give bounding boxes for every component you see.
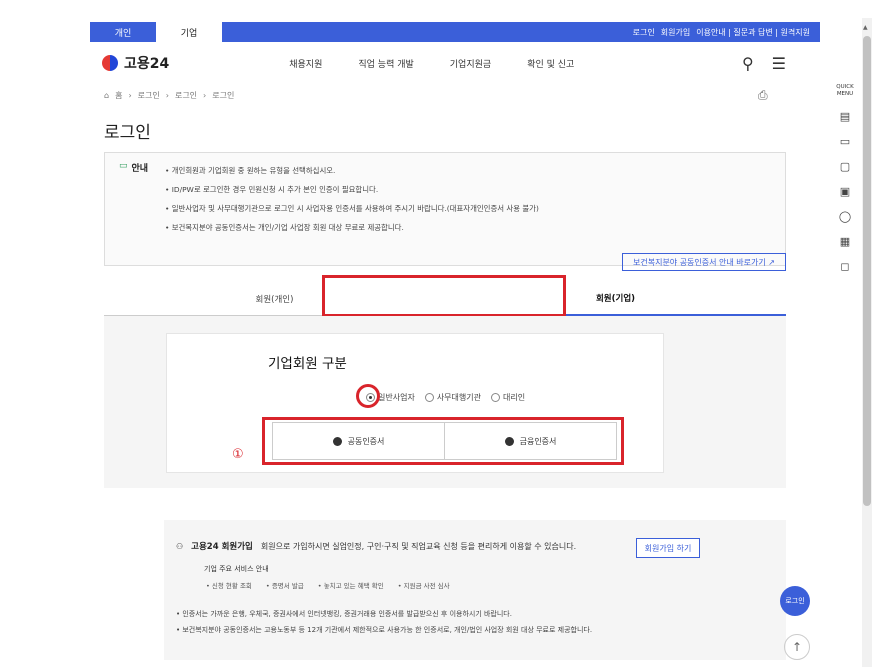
notice-item: 보건복지분야 공동인증서는 개인/기업 사업장 회원 대상 무료로 제공합니다. <box>165 218 539 237</box>
radio-unchecked-icon[interactable] <box>424 393 434 402</box>
signup-link[interactable]: 회원가입 <box>661 27 690 38</box>
header-icons: ⚲ ☰ <box>742 54 786 73</box>
breadcrumb-separator: › <box>128 91 132 100</box>
user-add-icon: ⚇ <box>176 541 184 551</box>
service-item: • 지원금 사전 심사 <box>397 582 450 590</box>
radio-agency[interactable]: 사무대행기관 <box>424 392 481 403</box>
note-item: 보건복지분야 공동인증서는 고용노동부 등 12개 기관에서 제한적으로 사용가… <box>176 622 592 638</box>
top-links: 로그인 회원가입 이용안내 | 질문과 답변 | 원격지원 <box>633 27 820 38</box>
join-desc: 회원으로 가입하시면 실업인정, 구인·구직 및 직업교육 신청 등을 편리하게… <box>260 541 577 551</box>
notice-item: 일반사업자 및 사무대행기관으로 로그인 시 사업자용 인증서를 사용하여 주시… <box>165 199 539 218</box>
quick-menu: QUICK MENU ▤ ▭ ▢ ▣ ◯ ▦ ◻ <box>832 84 858 273</box>
main-nav: 채용지원 직업 능력 개발 기업지원금 확인 및 신고 <box>289 57 574 70</box>
service-item: • 신청 현황 조회 <box>206 582 252 590</box>
quick-item-icon[interactable]: ▭ <box>840 135 850 148</box>
logo-text: 고용24 <box>124 56 170 72</box>
notice-list: 개인회원과 기업회원 중 원하는 유형을 선택하십시오. ID/PW로 로그인한… <box>165 161 539 257</box>
quick-item-icon[interactable]: ◯ <box>839 210 851 223</box>
step-marker: ① <box>232 447 244 462</box>
breadcrumb: ⌂ 홈 › 로그인 › 로그인 › 로그인 <box>104 90 234 101</box>
home-icon[interactable]: ⌂ <box>104 91 109 100</box>
breadcrumb-item: 로그인 <box>212 91 235 100</box>
service-title: 기업 주요 서비스 안내 <box>204 565 269 573</box>
highlight-box <box>322 275 566 317</box>
note-item: 인증서는 가까운 은행, 우체국, 증권사에서 인터넷뱅킹, 증권거래용 인증서… <box>176 606 592 622</box>
scrollbar-thumb[interactable] <box>863 36 871 506</box>
radio-label: 일반사업자 <box>378 393 415 402</box>
signup-button[interactable]: 회원가입 하기 <box>636 538 700 558</box>
scroll-up-icon[interactable]: ▲ <box>863 24 868 31</box>
highlight-box <box>262 417 624 465</box>
tab-business[interactable]: 기업 <box>156 22 222 42</box>
scroll-top-button[interactable]: ↑ <box>784 634 810 660</box>
breadcrumb-separator: › <box>203 91 207 100</box>
service-list: • 신청 현황 조회 • 증명서 발급 • 놓치고 있는 혜택 확인 • 지원금… <box>206 580 450 590</box>
floating-login-button[interactable]: 로그인 <box>780 586 810 616</box>
site-logo[interactable]: 고용24 <box>102 53 169 73</box>
tab-personal[interactable]: 개인 <box>90 22 156 42</box>
login-link[interactable]: 로그인 <box>633 27 655 38</box>
notice-item: ID/PW로 로그인한 경우 민원신청 시 추가 본인 인증이 필요합니다. <box>165 180 539 199</box>
breadcrumb-item[interactable]: 홈 <box>115 90 122 101</box>
quick-item-icon[interactable]: ▣ <box>840 185 850 198</box>
member-type-radios: 일반사업자 사무대행기관 대리인 <box>366 392 525 403</box>
panel-title: 기업회원 구분 <box>268 356 347 372</box>
notice-title: ▭ 안내 <box>119 161 165 257</box>
cert-guide-link[interactable]: 보건복지분야 공동인증서 안내 바로가기 ↗ <box>622 253 786 271</box>
window-frame <box>0 0 883 18</box>
menu-icon[interactable]: ☰ <box>772 54 786 73</box>
quick-item-icon[interactable]: ▤ <box>840 110 850 123</box>
logo-icon <box>102 55 118 71</box>
page-title: 로그인 <box>104 123 151 143</box>
notice-box: ▭ 안내 개인회원과 기업회원 중 원하는 유형을 선택하십시오. ID/PW로… <box>104 152 786 266</box>
radio-label: 사무대행기관 <box>436 393 481 402</box>
quick-item-icon[interactable]: ◻ <box>840 260 849 273</box>
notice-item: 개인회원과 기업회원 중 원하는 유형을 선택하십시오. <box>165 161 539 180</box>
radio-proxy[interactable]: 대리인 <box>490 392 526 403</box>
notice-icon: ▭ <box>119 161 128 171</box>
radio-unchecked-icon[interactable] <box>490 393 500 402</box>
service-item: • 놓치고 있는 혜택 확인 <box>317 582 384 590</box>
breadcrumb-item[interactable]: 로그인 <box>175 90 197 101</box>
quick-item-icon[interactable]: ▦ <box>840 235 850 248</box>
print-icon[interactable]: ⎙ <box>758 88 768 103</box>
nav-item-report[interactable]: 확인 및 신고 <box>527 57 574 70</box>
search-icon[interactable]: ⚲ <box>742 54 754 73</box>
notice-title-text: 안내 <box>131 164 149 174</box>
join-row: ⚇ 고용24 회원가입 회원으로 가입하시면 실업인정, 구인·구직 및 직업교… <box>176 540 577 553</box>
service-item: • 증명서 발급 <box>265 582 304 590</box>
top-bar: 개인 기업 로그인 회원가입 이용안내 | 질문과 답변 | 원격지원 <box>90 22 820 42</box>
quick-item-icon[interactable]: ▢ <box>840 160 850 173</box>
breadcrumb-separator: › <box>165 91 169 100</box>
nav-item-jobs[interactable]: 채용지원 <box>289 57 322 70</box>
quick-menu-title: QUICK MENU <box>836 84 854 97</box>
site-header: 고용24 채용지원 직업 능력 개발 기업지원금 확인 및 신고 ⚲ ☰ <box>90 42 820 84</box>
highlight-circle <box>356 384 380 408</box>
nav-item-subsidy[interactable]: 기업지원금 <box>450 57 491 70</box>
radio-label: 대리인 <box>502 393 526 402</box>
scrollbar[interactable]: ▲ <box>862 18 872 667</box>
join-title: 고용24 회원가입 <box>191 542 253 552</box>
breadcrumb-item[interactable]: 로그인 <box>138 90 160 101</box>
notes-list: 인증서는 가까운 은행, 우체국, 증권사에서 인터넷뱅킹, 증권거래용 인증서… <box>176 606 592 638</box>
help-links[interactable]: 이용안내 | 질문과 답변 | 원격지원 <box>696 27 810 38</box>
nav-item-training[interactable]: 직업 능력 개발 <box>358 57 413 70</box>
